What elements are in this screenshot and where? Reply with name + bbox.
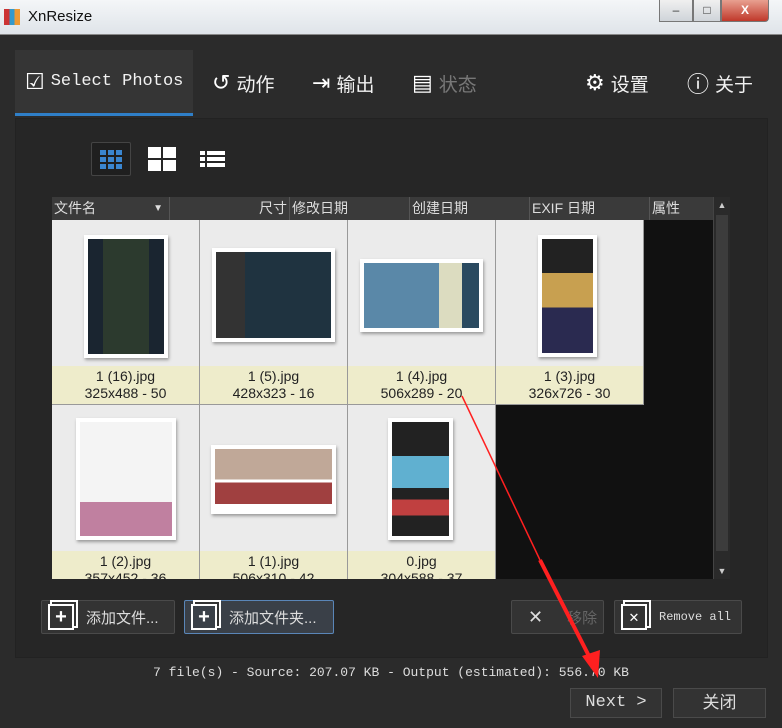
- thumbnail: [84, 235, 168, 358]
- info-icon: ⓘ: [687, 72, 710, 97]
- thumbnail: [360, 259, 483, 332]
- view-medium-thumbnails-button[interactable]: [91, 142, 131, 176]
- tab-label: 输出: [336, 74, 375, 96]
- scroll-down-icon[interactable]: ▼: [714, 563, 730, 579]
- file-caption: 1 (16).jpg 325x488 - 50: [52, 366, 199, 404]
- column-modified[interactable]: 修改日期: [290, 197, 410, 220]
- thumbnail: [211, 445, 336, 514]
- file-item[interactable]: 1 (3).jpg 326x726 - 30: [496, 220, 644, 405]
- add-folder-icon: +: [191, 604, 217, 630]
- view-list-button[interactable]: [192, 142, 232, 176]
- add-file-icon: +: [48, 604, 74, 630]
- scrollbar-thumb[interactable]: [716, 215, 728, 551]
- action-icon: ↺: [212, 70, 231, 95]
- file-caption: 1 (3).jpg 326x726 - 30: [496, 366, 643, 404]
- close-window-button[interactable]: X: [721, 0, 769, 22]
- large-grid-icon: [148, 147, 176, 171]
- view-large-thumbnails-button[interactable]: [142, 142, 182, 176]
- file-item[interactable]: 1 (2).jpg 357x452 - 36: [52, 405, 200, 579]
- tab-label: Select Photos: [50, 72, 184, 91]
- tab-about[interactable]: ⓘ 关于: [687, 50, 753, 116]
- column-exif[interactable]: EXIF 日期: [530, 197, 650, 220]
- file-item[interactable]: 1 (4).jpg 506x289 - 20: [348, 220, 496, 405]
- file-item[interactable]: 0.jpg 304x588 - 37: [348, 405, 496, 579]
- scroll-up-icon[interactable]: ▲: [714, 197, 730, 213]
- select-photos-icon: ☑: [25, 68, 45, 94]
- button-label: 添加文件...: [86, 609, 159, 627]
- column-header: 文件名 ▼ 尺寸 修改日期 创建日期 EXIF 日期 属性: [52, 197, 713, 220]
- file-item[interactable]: 1 (1).jpg 506x310 - 42: [200, 405, 348, 579]
- tab-action[interactable]: ↺ 动作: [212, 50, 274, 116]
- status-summary: 7 file(s) - Source: 207.07 KB - Output (…: [153, 665, 629, 680]
- file-caption: 1 (5).jpg 428x323 - 16: [200, 366, 347, 404]
- view-small-thumbnails-button[interactable]: [42, 142, 82, 176]
- medium-grid-icon: [100, 149, 122, 169]
- tab-label: 状态: [438, 74, 477, 96]
- thumbnail: [212, 248, 335, 342]
- file-item[interactable]: 1 (5).jpg 428x323 - 16: [200, 220, 348, 405]
- remove-button[interactable]: ✕ 移除: [511, 600, 604, 634]
- button-label: Remove all: [659, 610, 732, 624]
- vertical-scrollbar[interactable]: ▲ ▼: [713, 197, 730, 579]
- remove-all-icon: ✕: [621, 604, 647, 630]
- thumbnail: [388, 418, 453, 540]
- thumbnail: [538, 235, 597, 357]
- add-files-button[interactable]: + 添加文件...: [41, 600, 175, 634]
- gear-icon: ⚙: [585, 70, 605, 95]
- tab-settings[interactable]: ⚙ 设置: [585, 50, 649, 116]
- tab-label: 设置: [610, 74, 649, 96]
- column-size[interactable]: 尺寸: [170, 197, 290, 220]
- file-caption: 1 (2).jpg 357x452 - 36: [52, 551, 199, 579]
- file-item[interactable]: 1 (16).jpg 325x488 - 50: [52, 220, 200, 405]
- add-folder-button[interactable]: + 添加文件夹...: [184, 600, 334, 634]
- tab-select-photos[interactable]: ☑ Select Photos: [15, 50, 194, 116]
- minimize-button[interactable]: –: [659, 0, 693, 22]
- thumbnail: [76, 418, 176, 540]
- window-title: XnResize: [28, 8, 93, 25]
- file-caption: 0.jpg 304x588 - 37: [348, 551, 495, 579]
- column-attributes[interactable]: 属性: [650, 197, 713, 220]
- sort-desc-icon: ▼: [153, 203, 163, 214]
- status-icon: ▤: [412, 70, 433, 95]
- small-grid-icon: [48, 156, 76, 162]
- list-icon: [199, 151, 225, 167]
- next-button[interactable]: Next >: [570, 688, 662, 718]
- output-icon: ⇥: [312, 70, 331, 95]
- file-caption: 1 (4).jpg 506x289 - 20: [348, 366, 495, 404]
- tab-label: 关于: [715, 74, 754, 96]
- file-grid[interactable]: 文件名 ▼ 尺寸 修改日期 创建日期 EXIF 日期 属性 1 (16).jpg 3…: [52, 197, 730, 579]
- button-label: 添加文件夹...: [229, 609, 317, 627]
- tab-output[interactable]: ⇥ 输出: [312, 50, 374, 116]
- button-label: 移除: [567, 609, 598, 627]
- tab-label: 动作: [236, 74, 275, 96]
- remove-all-button[interactable]: ✕ Remove all: [614, 600, 742, 634]
- tab-status[interactable]: ▤ 状态: [412, 50, 477, 116]
- maximize-button[interactable]: □: [693, 0, 721, 22]
- app-icon: [4, 9, 20, 25]
- column-created[interactable]: 创建日期: [410, 197, 530, 220]
- title-bar: XnResize – □ X: [0, 0, 782, 35]
- close-button[interactable]: 关闭: [673, 688, 766, 718]
- remove-icon: ✕: [528, 606, 544, 627]
- file-caption: 1 (1).jpg 506x310 - 42: [200, 551, 347, 579]
- column-filename[interactable]: 文件名 ▼: [52, 197, 170, 220]
